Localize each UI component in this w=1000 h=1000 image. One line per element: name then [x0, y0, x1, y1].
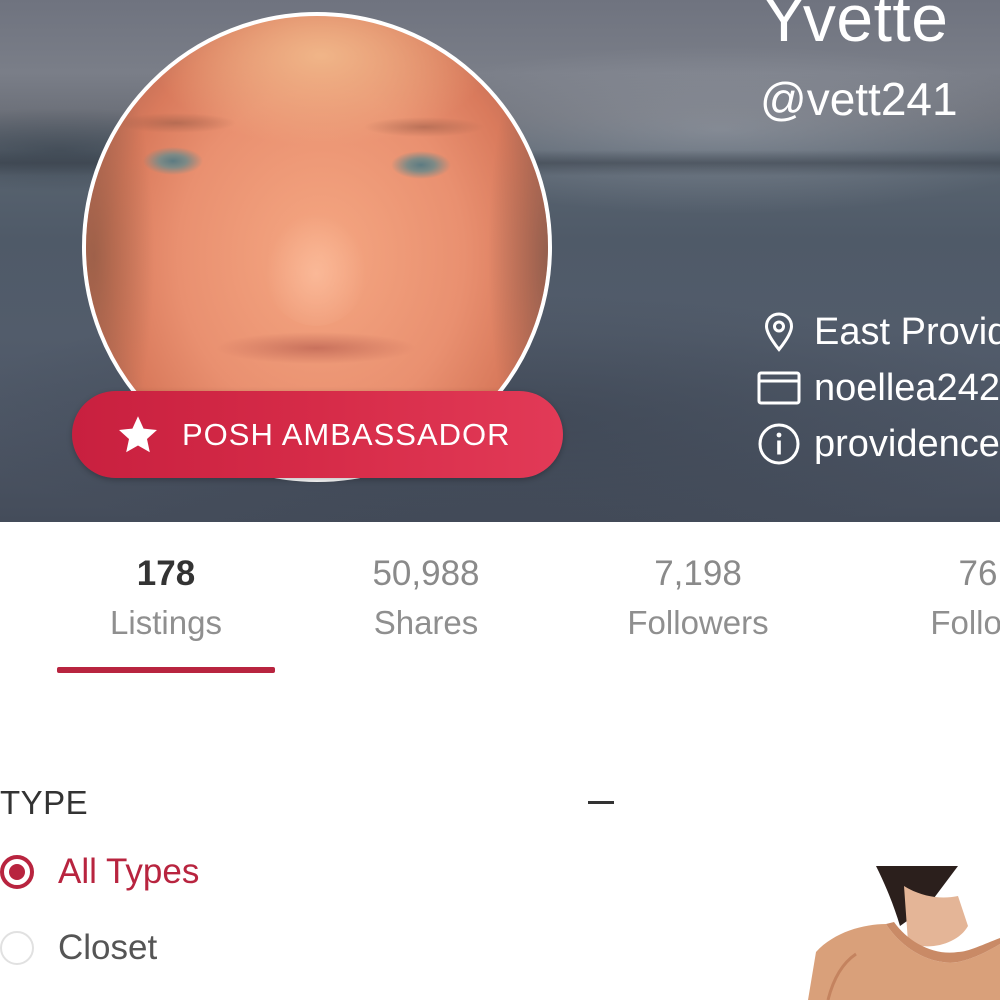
listing-photo — [808, 866, 1000, 1000]
website-row[interactable]: noellea242 — [756, 364, 1000, 412]
badge-label: POSH AMBASSADOR — [182, 416, 511, 452]
tab-following[interactable]: 76 Follow — [858, 550, 1000, 648]
followers-label: Followers — [627, 604, 769, 641]
listings-label: Listings — [110, 604, 222, 641]
website-link[interactable]: noellea242 — [814, 367, 1000, 410]
active-tab-indicator — [57, 667, 275, 673]
minus-bar — [588, 801, 614, 804]
followers-count: 7,198 — [654, 554, 742, 593]
following-label: Follow — [930, 604, 1000, 641]
avatar-nose — [261, 196, 371, 326]
avatar-eye-left — [128, 144, 218, 178]
avatar-brow-left — [116, 112, 236, 134]
cover-photo: Yvette @vett241 POSH AMBASSADOR East Pro… — [0, 0, 1000, 522]
filter-option-label: Closet — [58, 928, 158, 967]
filter-option-label: All Types — [58, 852, 200, 891]
shares-label: Shares — [373, 604, 479, 641]
listing-thumbnail[interactable] — [808, 866, 1000, 1000]
avatar-mouth — [206, 328, 426, 368]
radio-unselected[interactable] — [0, 931, 34, 965]
profile-page: Yvette @vett241 POSH AMBASSADOR East Pro… — [0, 0, 1000, 1000]
profile-name: Yvette — [762, 0, 949, 55]
listings-count: 178 — [136, 554, 196, 593]
tab-followers[interactable]: 7,198 Followers — [578, 550, 818, 648]
filter-type-title: TYPE — [0, 784, 89, 821]
star-icon — [119, 415, 157, 452]
about-row: providence — [756, 420, 1000, 468]
posh-ambassador-badge[interactable]: POSH AMBASSADOR — [72, 391, 563, 478]
about-text: providence — [814, 422, 1000, 465]
tab-listings[interactable]: 178 Listings — [46, 550, 286, 648]
radio-selected[interactable] — [0, 855, 34, 889]
filter-option-closet[interactable]: Closet — [0, 918, 157, 978]
location-pin-icon — [764, 312, 794, 352]
avatar-eye-right — [376, 148, 466, 182]
minus-icon[interactable] — [584, 792, 618, 814]
info-icon — [758, 423, 800, 465]
following-count: 76 — [958, 554, 998, 593]
location-row: East Provid — [756, 308, 1000, 356]
profile-handle[interactable]: @vett241 — [760, 72, 958, 126]
filter-option-all-types[interactable]: All Types — [0, 842, 199, 902]
location-text: East Provid — [814, 310, 1000, 353]
avatar-brow-right — [364, 116, 484, 138]
tab-shares[interactable]: 50,988 Shares — [306, 550, 546, 648]
browser-window-icon — [757, 371, 801, 405]
shares-count: 50,988 — [372, 554, 480, 593]
